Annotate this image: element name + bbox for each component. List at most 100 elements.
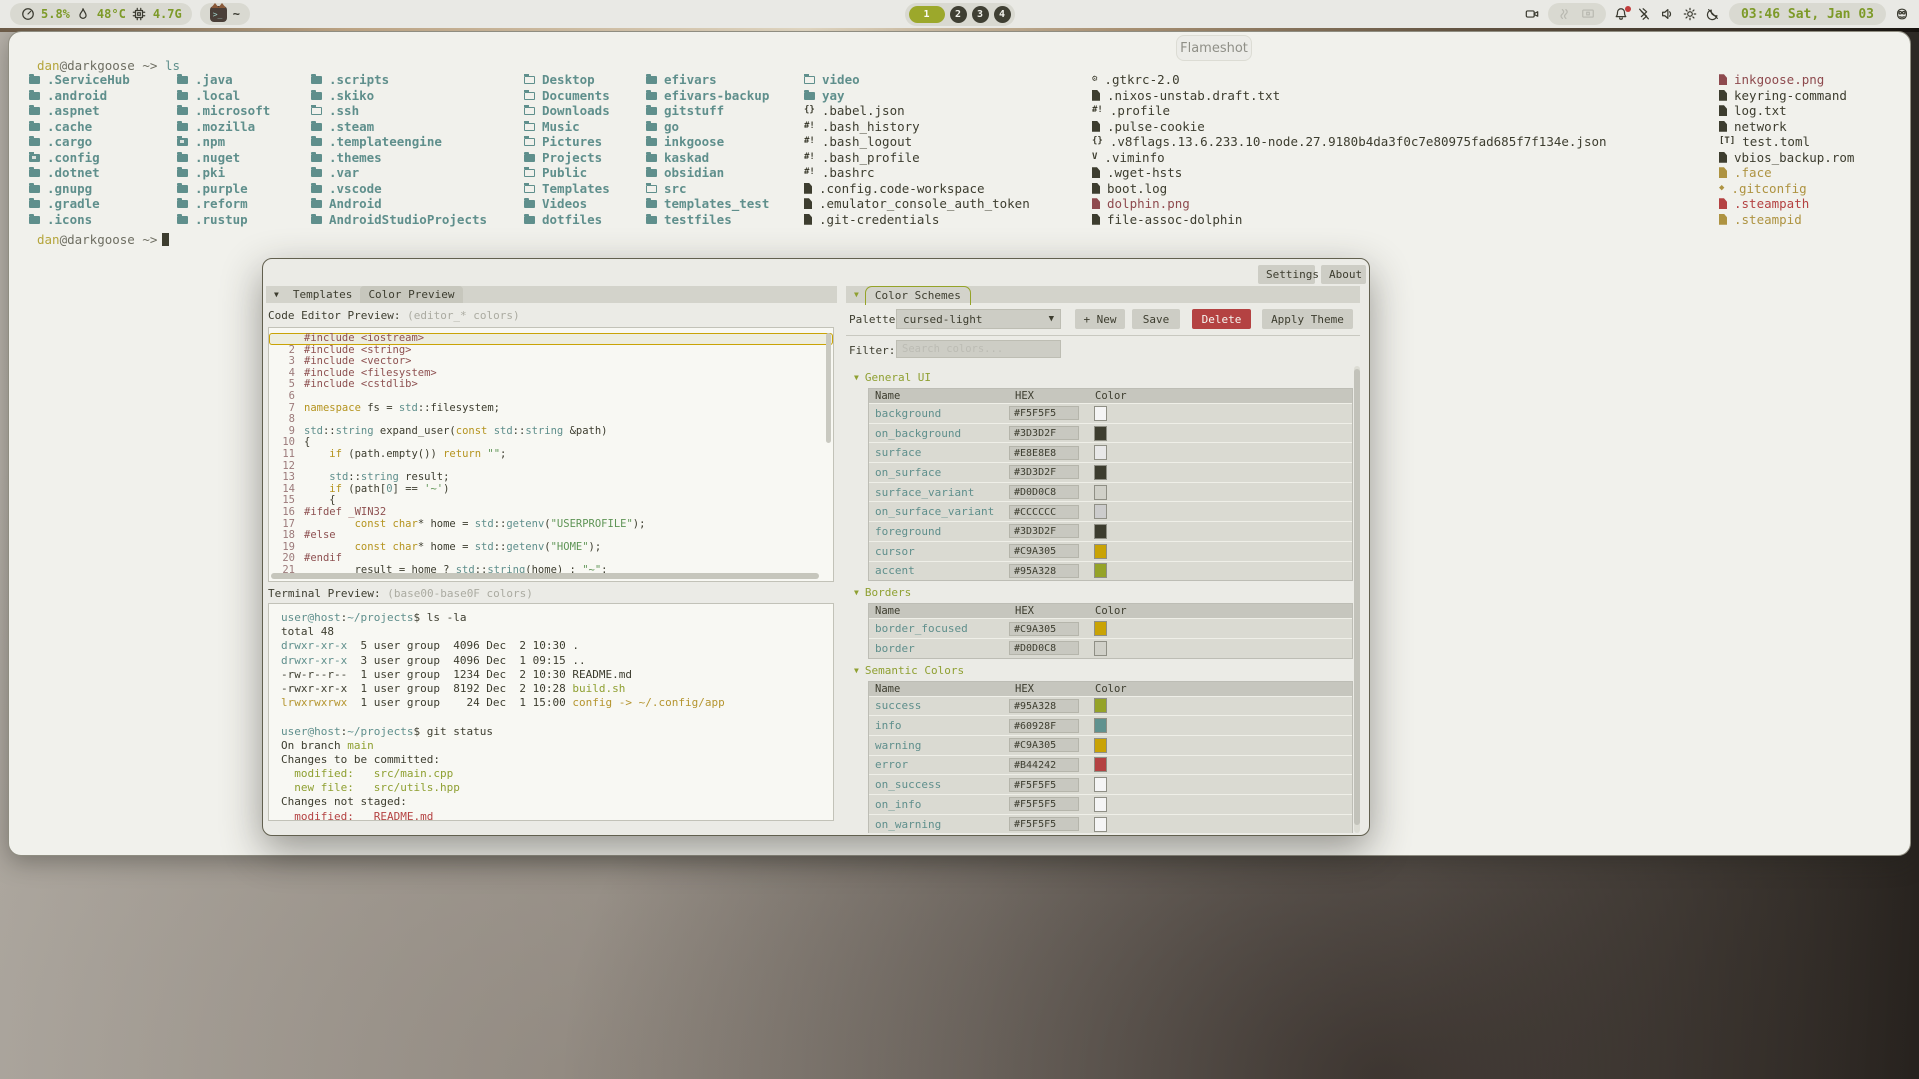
screenshare-group-pill[interactable]	[1548, 3, 1606, 25]
hex-value-field[interactable]: #3D3D2F	[1009, 426, 1079, 440]
color-swatch[interactable]	[1094, 757, 1107, 772]
bluetooth-off-icon[interactable]	[1637, 7, 1652, 22]
scheme-scrollbar-track[interactable]	[1354, 366, 1360, 833]
file-name: .config.code-workspace	[819, 181, 985, 197]
color-swatch[interactable]	[1094, 738, 1107, 753]
wave-icon	[1558, 7, 1573, 22]
ls-entry: Music	[524, 119, 610, 135]
color-swatch[interactable]	[1094, 504, 1107, 519]
color-swatch[interactable]	[1094, 524, 1107, 539]
ls-entry: .android	[29, 88, 130, 104]
color-swatch[interactable]	[1094, 544, 1107, 559]
screen-record-icon[interactable]	[1525, 7, 1540, 22]
section-collapse-icon[interactable]: ▼	[854, 373, 859, 382]
hex-value-field[interactable]: #F5F5F5	[1009, 778, 1079, 792]
section-collapse-icon[interactable]: ▼	[854, 588, 859, 597]
prompt-command	[157, 58, 165, 73]
hex-value-field[interactable]: #B44242	[1009, 758, 1079, 772]
color-swatch[interactable]	[1094, 641, 1107, 656]
theme-editor-dialog[interactable]: Settings About ▼ Templates Color Preview…	[262, 258, 1370, 836]
terminal-app-pill[interactable]: >_ ~	[200, 3, 250, 25]
collapse-chevron-icon[interactable]: ▼	[854, 290, 859, 299]
system-stats-pill[interactable]: 5.8% 48°C 4.7G	[10, 3, 192, 25]
workspace-3[interactable]: 3	[972, 6, 989, 23]
color-swatch[interactable]	[1094, 406, 1107, 421]
palette-dropdown[interactable]: cursed-light ▼	[896, 309, 1061, 329]
color-swatch[interactable]	[1094, 718, 1107, 733]
color-swatch[interactable]	[1094, 426, 1107, 441]
clock[interactable]: 03:46 Sat, Jan 03	[1729, 3, 1886, 25]
hex-value-field[interactable]: #3D3D2F	[1009, 465, 1079, 479]
hex-value-field[interactable]: #3D3D2F	[1009, 524, 1079, 538]
folder-icon	[804, 92, 815, 100]
hex-value-field[interactable]: #CCCCCC	[1009, 505, 1079, 519]
filter-input[interactable]	[896, 340, 1061, 358]
terminal-preview[interactable]: user@host:~/projects$ ls -latotal 48drwx…	[268, 603, 834, 821]
volume-icon[interactable]	[1660, 7, 1675, 22]
code-line: 7namespace fs = std::filesystem;	[269, 403, 833, 415]
hex-value-field[interactable]: #E8E8E8	[1009, 446, 1079, 460]
ls-entry: .mozilla	[177, 119, 270, 135]
color-section-title[interactable]: ▼Borders	[854, 586, 1353, 599]
code-vertical-scrollbar[interactable]	[826, 333, 831, 443]
color-scheme-list[interactable]: ▼General UINameHEXColorbackground#F5F5F5…	[846, 366, 1353, 833]
hex-value-field[interactable]: #F5F5F5	[1009, 406, 1079, 420]
code-horizontal-scrollbar[interactable]	[271, 573, 819, 579]
delete-palette-button[interactable]: Delete	[1192, 309, 1251, 329]
terminal-preview-line: user@host:~/projects$ ls -la	[269, 611, 833, 625]
hex-value-field[interactable]: #F5F5F5	[1009, 817, 1079, 831]
tab-templates[interactable]: Templates	[285, 286, 361, 303]
section-collapse-icon[interactable]: ▼	[854, 666, 859, 675]
hex-value-field[interactable]: #95A328	[1009, 699, 1079, 713]
brightness-sun-icon[interactable]	[1683, 7, 1698, 22]
collapse-chevron-icon[interactable]: ▼	[274, 290, 279, 299]
hex-value-field[interactable]: #D0D0C8	[1009, 641, 1079, 655]
column-header: HEX	[1009, 389, 1089, 403]
code-editor-preview[interactable]: #include <iostream>2#include <string>3#i…	[268, 327, 834, 582]
color-swatch[interactable]	[1094, 445, 1107, 460]
workspace-4[interactable]: 4	[994, 6, 1011, 23]
hex-value-field[interactable]: #60928F	[1009, 719, 1079, 733]
color-swatch[interactable]	[1094, 777, 1107, 792]
ls-entry: .emulator_console_auth_token	[804, 196, 1030, 212]
night-light-off-icon[interactable]	[1706, 7, 1721, 22]
memory-chip-icon	[132, 7, 147, 22]
column-header: Name	[869, 389, 1009, 403]
power-owl-icon[interactable]	[1894, 7, 1909, 22]
new-palette-button[interactable]: + New	[1075, 309, 1125, 329]
notifications-bell-icon[interactable]	[1614, 7, 1629, 22]
hex-value-field[interactable]: #C9A305	[1009, 738, 1079, 752]
save-palette-button[interactable]: Save	[1132, 309, 1180, 329]
scheme-scrollbar-thumb[interactable]	[1354, 369, 1360, 825]
shell-prompt-line-2[interactable]: dan@darkgoose ~>	[37, 232, 169, 247]
tab-color-preview[interactable]: Color Preview	[360, 286, 462, 303]
file-icon	[1719, 167, 1727, 178]
prompt-user: dan	[37, 58, 60, 73]
folder-icon	[646, 216, 657, 224]
file-icon	[1092, 167, 1100, 178]
color-swatch[interactable]	[1094, 698, 1107, 713]
hex-value-field[interactable]: #D0D0C8	[1009, 485, 1079, 499]
workspace-2[interactable]: 2	[950, 6, 967, 23]
color-swatch[interactable]	[1094, 797, 1107, 812]
color-row-on_surface_variant: on_surface_variant#CCCCCC	[869, 501, 1352, 521]
ls-entry: .gnupg	[29, 181, 130, 197]
hex-value-field[interactable]: #F5F5F5	[1009, 797, 1079, 811]
color-section-title[interactable]: ▼General UI	[854, 371, 1353, 384]
settings-button[interactable]: Settings	[1258, 265, 1315, 284]
about-button[interactable]: About	[1321, 265, 1366, 284]
color-section-title[interactable]: ▼Semantic Colors	[854, 664, 1353, 677]
hex-value-field[interactable]: #C9A305	[1009, 544, 1079, 558]
apply-theme-button[interactable]: Apply Theme	[1262, 309, 1353, 329]
line-number: 16	[273, 507, 295, 519]
hex-value-field[interactable]: #C9A305	[1009, 622, 1079, 636]
workspace-1[interactable]: 1	[909, 6, 945, 23]
file-icon	[1092, 90, 1100, 101]
color-swatch[interactable]	[1094, 485, 1107, 500]
color-swatch[interactable]	[1094, 621, 1107, 636]
column-header: HEX	[1009, 682, 1089, 696]
hex-value-field[interactable]: #95A328	[1009, 564, 1079, 578]
color-swatch[interactable]	[1094, 817, 1107, 832]
color-swatch[interactable]	[1094, 563, 1107, 578]
color-swatch[interactable]	[1094, 465, 1107, 480]
